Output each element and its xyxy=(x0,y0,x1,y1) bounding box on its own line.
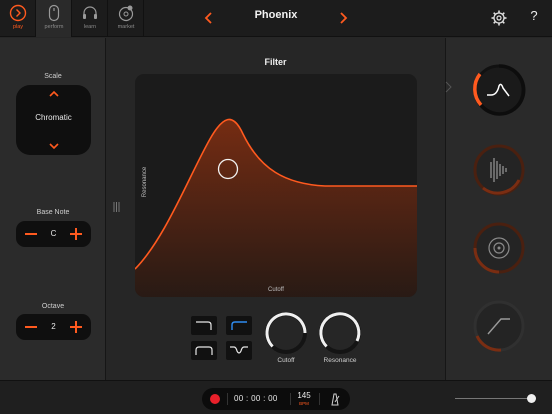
notch-icon xyxy=(230,346,248,354)
tempo-value[interactable]: 145 xyxy=(293,391,315,400)
tab-market[interactable]: market xyxy=(108,0,144,37)
target-icon xyxy=(473,222,525,274)
cutoff-knob-dial xyxy=(265,312,307,354)
module-target[interactable] xyxy=(471,220,527,276)
tab-label-learn: learn xyxy=(83,24,97,30)
plus-icon[interactable] xyxy=(67,225,85,243)
x-axis-label: Cutoff xyxy=(268,287,284,293)
filter-type-high-pass[interactable] xyxy=(226,316,252,335)
tempo-unit: BPM xyxy=(299,401,309,406)
chevron-left-icon[interactable] xyxy=(200,8,218,28)
cutoff-knob[interactable] xyxy=(263,310,309,356)
volume-slider-thumb[interactable] xyxy=(527,394,536,403)
transport-bar: 00 : 00 : 00 145 BPM xyxy=(202,388,350,410)
scale-selector: Chromatic xyxy=(16,85,91,155)
octave-stepper: 2 xyxy=(16,314,91,340)
scale-value: Chromatic xyxy=(35,113,72,122)
octave-value: 2 xyxy=(51,322,56,331)
market-icon xyxy=(118,5,134,22)
help-button[interactable]: ? xyxy=(524,8,544,28)
low-pass-icon xyxy=(196,321,212,330)
filter-type-band-pass[interactable] xyxy=(191,341,217,360)
resonance-knob[interactable] xyxy=(317,310,363,356)
filter-type-low-pass[interactable] xyxy=(191,316,217,335)
divider xyxy=(319,393,320,405)
tab-learn[interactable]: learn xyxy=(72,0,108,37)
selection-pointer-icon xyxy=(445,81,452,93)
divider xyxy=(290,393,291,405)
headphones-icon xyxy=(83,6,97,19)
drag-handle-icon[interactable] xyxy=(112,201,120,213)
octave-title: Octave xyxy=(41,303,65,310)
module-panel xyxy=(445,38,552,380)
left-panel: Scale Chromatic Base Note C Octave 2 xyxy=(0,38,106,380)
tab-label-perform: perform xyxy=(44,24,64,30)
high-pass-icon xyxy=(231,321,247,330)
filter-editor: Filter Resonance Cutoff Cutoff Resonance xyxy=(107,38,444,380)
chevron-right-icon[interactable] xyxy=(334,8,352,28)
resonance-label: Resonance xyxy=(323,357,357,364)
record-icon[interactable] xyxy=(210,394,220,404)
base-note-title: Base Note xyxy=(36,209,70,216)
filter-type-notch[interactable] xyxy=(226,341,252,360)
resonance-knob-dial xyxy=(319,312,361,354)
play-chevron-icon xyxy=(9,4,27,22)
tab-perform[interactable]: perform xyxy=(36,0,72,37)
minus-icon[interactable] xyxy=(22,225,40,243)
filter-title: Filter xyxy=(264,57,287,67)
tab-label-market: market xyxy=(117,24,135,30)
divider xyxy=(227,393,228,405)
envelope-icon xyxy=(473,300,525,352)
bottom-bar: 00 : 00 : 00 145 BPM xyxy=(0,380,552,414)
module-waveform[interactable] xyxy=(471,142,527,198)
time-display: 00 : 00 : 00 xyxy=(234,394,278,403)
top-bar: play perform learn market Phoenix ? xyxy=(0,0,552,37)
perform-icon xyxy=(48,4,60,22)
band-pass-icon xyxy=(195,346,213,355)
y-axis-label: Resonance xyxy=(142,166,148,198)
module-filter[interactable] xyxy=(471,62,527,118)
module-envelope[interactable] xyxy=(471,298,527,354)
preset-name[interactable]: Phoenix xyxy=(225,9,327,21)
metronome-icon[interactable] xyxy=(328,392,342,406)
chevron-down-icon[interactable] xyxy=(47,141,61,151)
minus-icon[interactable] xyxy=(22,318,40,336)
chevron-up-icon[interactable] xyxy=(47,89,61,99)
tab-play[interactable]: play xyxy=(0,0,36,37)
volume-slider[interactable] xyxy=(455,398,530,399)
waveform-icon xyxy=(473,144,525,196)
base-note-stepper: C xyxy=(16,221,91,247)
gear-icon[interactable] xyxy=(490,9,508,27)
filter-curve-icon xyxy=(473,64,526,116)
scale-title: Scale xyxy=(44,73,62,80)
filter-response-curve xyxy=(135,118,417,297)
tab-label-play: play xyxy=(12,24,24,30)
plus-icon[interactable] xyxy=(67,318,85,336)
filter-graph[interactable]: Resonance Cutoff xyxy=(135,74,417,297)
cutoff-label: Cutoff xyxy=(277,357,295,364)
base-note-value: C xyxy=(50,229,57,238)
